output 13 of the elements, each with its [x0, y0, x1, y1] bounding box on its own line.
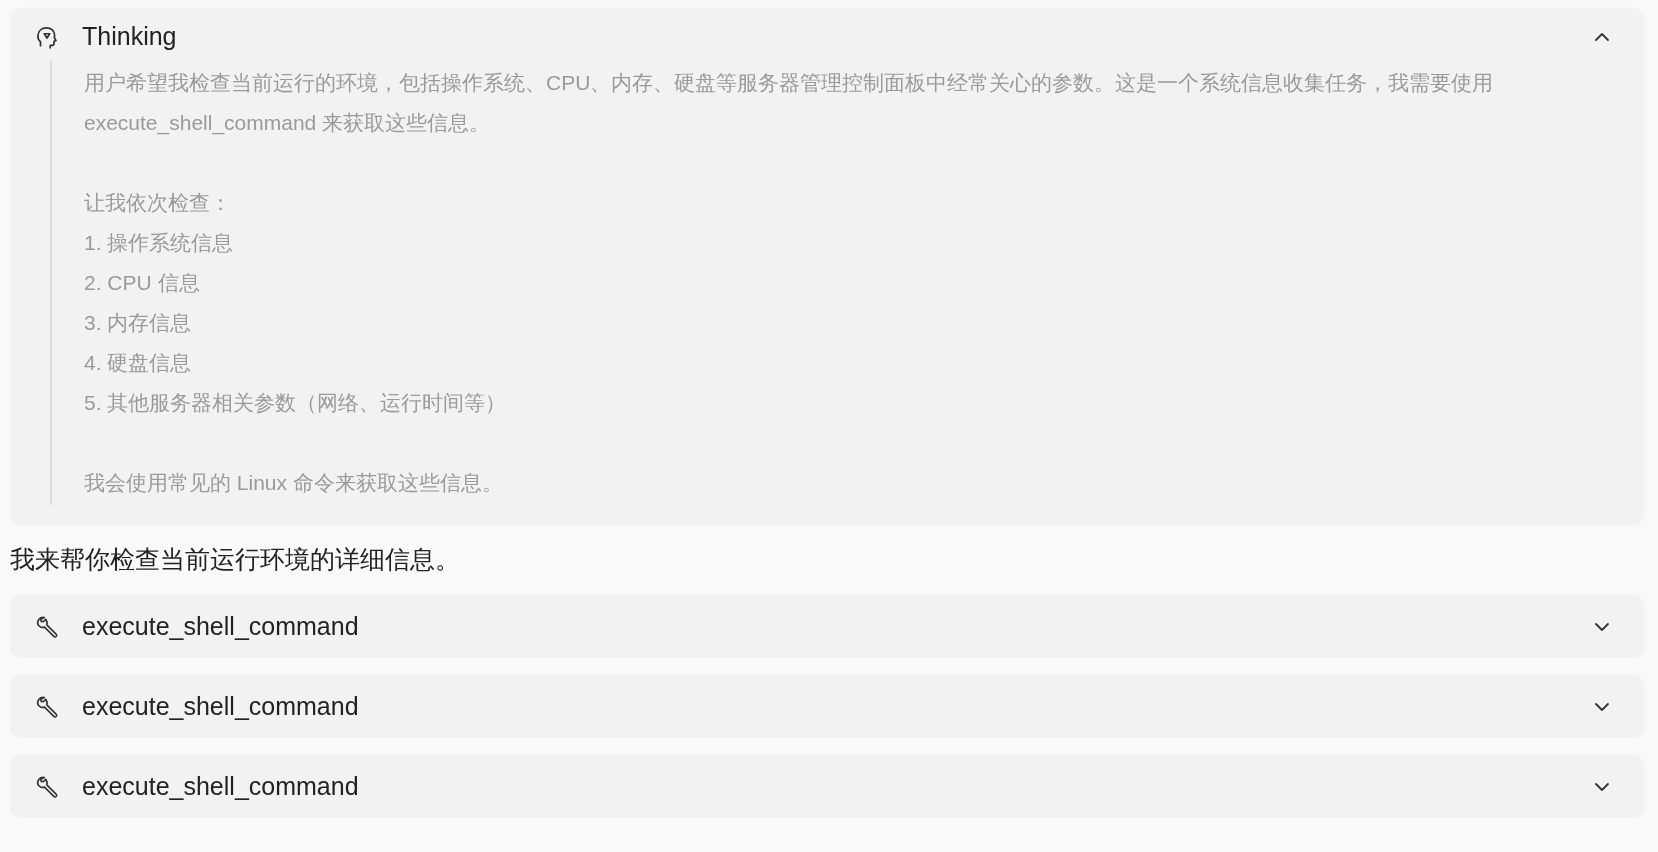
thinking-paragraph: 我会使用常见的 Linux 命令来获取这些信息。	[84, 470, 504, 496]
list-item: 4. 硬盘信息	[84, 350, 193, 376]
list-item: 3. 内存信息	[84, 310, 193, 336]
tool-call-header[interactable]: execute_shell_command	[10, 675, 1644, 738]
tool-call-header[interactable]: execute_shell_command	[10, 595, 1644, 658]
thinking-paragraph: 用户希望我检查当前运行的环境，包括操作系统、CPU、内存、硬盘等服务器管理控制面板中经常关心的参数。这是一个系统信息收集任务，我需要使用 execute_shell_command 来获取这些信息。	[84, 70, 1495, 137]
list-item: 5. 其他服务器相关参数（网络、运行时间等）	[84, 390, 508, 416]
thinking-header[interactable]: Thinking	[10, 8, 1644, 61]
reply-text: 我来帮你检查当前运行环境的详细信息。	[10, 544, 461, 575]
list-item: 2. CPU 信息	[84, 270, 201, 296]
list-item: 1. 操作系统信息	[84, 230, 235, 256]
list-intro: 让我依次检查：	[84, 190, 232, 216]
tool-call-header[interactable]: execute_shell_command	[10, 755, 1644, 818]
